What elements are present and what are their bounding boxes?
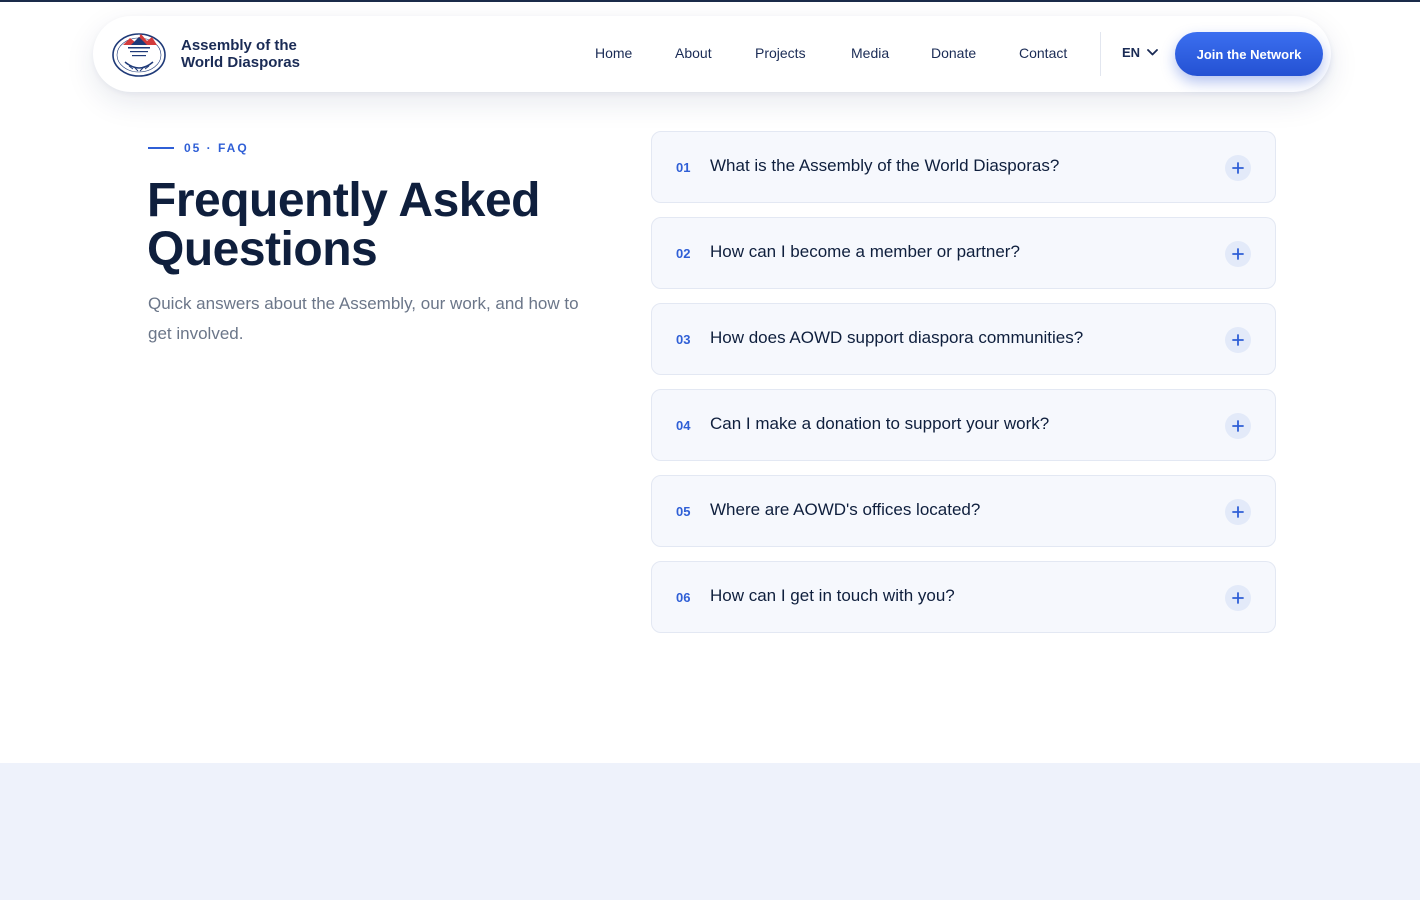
faq-question: Can I make a donation to support your wo… — [710, 414, 1050, 433]
section-title: Frequently Asked Questions — [147, 174, 541, 276]
faq-item-3[interactable]: 03 How does AOWD support diaspora commun… — [651, 303, 1276, 375]
nav-home[interactable]: Home — [595, 45, 632, 61]
plus-icon[interactable] — [1225, 241, 1251, 267]
faq-number: 06 — [676, 590, 691, 605]
faq-question: Where are AOWD's offices located? — [710, 500, 981, 519]
language-label: EN — [1122, 45, 1141, 60]
faq-list: 01 What is the Assembly of the World Dia… — [651, 131, 1276, 647]
plus-icon[interactable] — [1225, 413, 1251, 439]
faq-number: 05 — [676, 504, 691, 519]
faq-number: 02 — [676, 246, 691, 261]
faq-item-4[interactable]: 04 Can I make a donation to support your… — [651, 389, 1276, 461]
faq-item-6[interactable]: 06 How can I get in touch with you? — [651, 561, 1276, 633]
plus-icon[interactable] — [1225, 499, 1251, 525]
kicker-line — [148, 147, 174, 149]
faq-question: What is the Assembly of the World Diaspo… — [710, 156, 1060, 175]
plus-icon[interactable] — [1225, 155, 1251, 181]
faq-number: 01 — [676, 160, 691, 175]
faq-item-2[interactable]: 02 How can I become a member or partner? — [651, 217, 1276, 289]
join-network-button[interactable]: Join the Network — [1175, 32, 1323, 76]
faq-question: How does AOWD support diaspora communiti… — [710, 328, 1084, 347]
faq-item-5[interactable]: 05 Where are AOWD's offices located? — [651, 475, 1276, 547]
language-selector[interactable]: EN — [1122, 45, 1158, 60]
section-kicker: 05 · FAQ — [148, 141, 249, 155]
nav-about[interactable]: About — [675, 45, 712, 61]
section-subtitle: Quick answers about the Assembly, our wo… — [148, 294, 579, 343]
nav-projects[interactable]: Projects — [755, 45, 806, 61]
plus-icon[interactable] — [1225, 585, 1251, 611]
kicker-text: 05 · FAQ — [184, 141, 249, 155]
plus-icon[interactable] — [1225, 327, 1251, 353]
nav-media[interactable]: Media — [851, 45, 889, 61]
next-section-band — [0, 763, 1420, 900]
faq-question: How can I become a member or partner? — [710, 242, 1020, 261]
faq-number: 04 — [676, 418, 691, 433]
top-rule — [0, 0, 1420, 2]
navbar: Assembly of the World Diasporas Home Abo… — [93, 16, 1331, 92]
nav-contact[interactable]: Contact — [1019, 45, 1067, 61]
faq-number: 03 — [676, 332, 691, 347]
nav-divider — [1100, 32, 1101, 76]
chevron-down-icon — [1147, 49, 1158, 56]
faq-item-1[interactable]: 01 What is the Assembly of the World Dia… — [651, 131, 1276, 203]
faq-question: How can I get in touch with you? — [710, 586, 955, 605]
nav-donate[interactable]: Donate — [931, 45, 976, 61]
